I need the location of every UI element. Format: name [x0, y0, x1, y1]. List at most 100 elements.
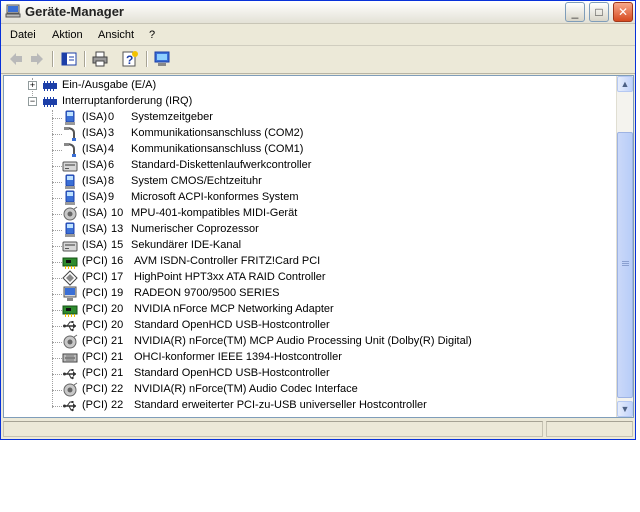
tree-device-row[interactable]: (ISA) 4 Kommunikationsanschluss (COM1) [4, 142, 604, 158]
tree-device-row[interactable]: (PCI) 21 NVIDIA(R) nForce(TM) MCP Audio Pr… [4, 334, 604, 350]
tree-connector-line [52, 182, 62, 183]
menu-ansicht[interactable]: Ansicht [98, 29, 134, 41]
device-tree-view[interactable]: + Ein-/Ausgabe (E/A) − Interruptanforder… [3, 75, 634, 418]
grip-line [622, 261, 629, 262]
device-name: HighPoint HPT3xx ATA RAID Controller [134, 271, 326, 283]
collapse-minus-icon[interactable]: − [28, 97, 37, 106]
tree-device-row[interactable]: (PCI) 21 OHCI-konformer IEEE 1394-Hostcont… [4, 350, 604, 366]
firewire-icon [62, 353, 78, 363]
tree-device-row[interactable]: (PCI) 17 HighPoint HPT3xx ATA RAID Control… [4, 270, 604, 286]
tree-device-row[interactable]: (PCI) 19 RADEON 9700/9500 SERIES [4, 286, 604, 302]
tree-connector-line [52, 310, 62, 311]
menu-datei[interactable]: Datei [10, 29, 36, 41]
tree-device-row[interactable]: (PCI) 20 Standard OpenHCD USB-Hostcontroll… [4, 318, 604, 334]
tree-connector-line [52, 374, 62, 375]
tree-device-row[interactable]: (PCI) 16 AVM ISDN-Controller FRITZ!Card PC… [4, 254, 604, 270]
port-icon [64, 143, 76, 157]
scroll-thumb[interactable] [617, 132, 633, 398]
system-icon [65, 190, 75, 205]
tree-device-row[interactable]: (ISA) 13 Numerischer Coprozessor [4, 222, 604, 238]
device-name: OHCI-konformer IEEE 1394-Hostcontroller [134, 351, 342, 363]
device-name: NVIDIA(R) nForce(TM) Audio Codec Interfa… [134, 383, 358, 395]
device-bus-type: (PCI) [82, 335, 108, 347]
device-name: Standard OpenHCD USB-Hostcontroller [134, 367, 330, 379]
expand-plus-icon[interactable]: + [28, 81, 37, 90]
tree-device-row[interactable]: (ISA) 15 Sekundärer IDE-Kanal [4, 238, 604, 254]
grip-line [622, 265, 629, 266]
print-icon[interactable] [91, 50, 109, 68]
show-hide-console-tree-icon[interactable] [60, 50, 78, 68]
arrow-up-icon: ▲ [620, 79, 630, 89]
menu-bar: Datei Aktion Ansicht ? [1, 25, 635, 46]
toolbar-separator [84, 51, 86, 67]
toolbar-separator [146, 51, 148, 67]
tree-device-row[interactable]: (ISA) 9 Microsoft ACPI-konformes System [4, 190, 604, 206]
category-label: Interruptanforderung (IRQ) [62, 95, 193, 107]
tree-connector-line [52, 262, 62, 263]
device-irq-number: 19 [111, 287, 124, 299]
device-irq-number: 4 [108, 143, 115, 155]
device-irq-number: 17 [111, 271, 124, 283]
tree-device-row[interactable]: (ISA) 6 Standard-Diskettenlaufwerkcontroll… [4, 158, 604, 174]
minimize-button[interactable]: _ [565, 2, 585, 22]
network-card-icon [62, 305, 78, 317]
device-name: Standard-Diskettenlaufwerkcontroller [131, 159, 312, 171]
device-irq-number: 20 [111, 303, 124, 315]
tree-connector-line [52, 166, 62, 167]
tree-device-row[interactable]: (ISA) 8 System CMOS/Echtzeituhr [4, 174, 604, 190]
vertical-scrollbar[interactable]: ▲ ▼ [616, 76, 633, 417]
scsi-controller-icon [62, 270, 78, 286]
menu-help[interactable]: ? [149, 29, 155, 41]
window-title: Geräte-Manager [25, 4, 124, 19]
forward-arrow-icon[interactable] [28, 50, 46, 68]
scroll-down-button[interactable]: ▼ [617, 401, 633, 417]
tree-device-row[interactable]: (PCI) 22 Standard erweiterter PCI-zu-USB u… [4, 398, 604, 414]
maximize-icon: □ [595, 5, 603, 19]
tree-connector-line [52, 246, 62, 247]
device-name: System CMOS/Echtzeituhr [131, 175, 262, 187]
help-properties-icon[interactable]: ? [121, 50, 139, 68]
tree-connector-line [52, 214, 62, 215]
tree-device-row[interactable]: (PCI) 20 NVIDIA nForce MCP Networking Adap… [4, 302, 604, 318]
device-irq-number: 10 [111, 207, 124, 219]
tree-connector-line [52, 278, 62, 279]
device-irq-number: 22 [111, 383, 124, 395]
tree-device-row[interactable]: (ISA) 10 MPU-401-kompatibles MIDI-Gerät [4, 206, 604, 222]
device-bus-type: (ISA) [82, 159, 108, 171]
maximize-button[interactable]: □ [589, 2, 609, 22]
status-bar [1, 419, 635, 439]
close-button[interactable]: ✕ [613, 2, 633, 22]
tree-category-ein-ausgabe[interactable]: + Ein-/Ausgabe (E/A) [4, 78, 604, 94]
tree-device-row[interactable]: (PCI) 22 NVIDIA(R) nForce(TM) Audio Codec … [4, 382, 604, 398]
device-name: MPU-401-kompatibles MIDI-Gerät [131, 207, 298, 219]
display-icon [63, 286, 77, 301]
device-name: Numerischer Coprozessor [131, 223, 259, 235]
chip-icon [43, 81, 57, 91]
device-name: Kommunikationsanschluss (COM1) [131, 143, 304, 155]
tree-device-row[interactable]: (ISA) 3 Kommunikationsanschluss (COM2) [4, 126, 604, 142]
title-bar[interactable]: Geräte-Manager _ □ ✕ [1, 1, 635, 24]
device-name: Kommunikationsanschluss (COM2) [131, 127, 304, 139]
scan-hardware-icon[interactable] [153, 50, 171, 68]
device-irq-number: 8 [108, 175, 115, 187]
device-name: Standard erweiterter PCI-zu-USB universe… [134, 399, 427, 411]
device-irq-number: 21 [111, 351, 124, 363]
device-irq-number: 0 [108, 111, 115, 123]
toolbar: ? [1, 47, 635, 74]
device-irq-number: 20 [111, 319, 124, 331]
toolbar-separator [52, 51, 54, 67]
tree-device-row[interactable]: (PCI) 21 Standard OpenHCD USB-Hostcontroll… [4, 366, 604, 382]
device-irq-number: 22 [111, 399, 124, 411]
tree-connector-line [52, 406, 62, 407]
back-arrow-icon[interactable] [7, 50, 25, 68]
category-label: Ein-/Ausgabe (E/A) [62, 79, 157, 91]
computer-icon [5, 4, 21, 18]
scroll-up-button[interactable]: ▲ [617, 76, 633, 92]
network-card-icon [62, 257, 78, 269]
menu-aktion[interactable]: Aktion [52, 29, 83, 41]
sound-icon [63, 206, 78, 221]
device-bus-type: (PCI) [82, 351, 108, 363]
device-bus-type: (PCI) [82, 255, 108, 267]
tree-device-row[interactable]: (ISA) 0 Systemzeitgeber [4, 110, 604, 126]
tree-category-interruptanforderung[interactable]: − Interruptanforderung (IRQ) [4, 94, 604, 110]
